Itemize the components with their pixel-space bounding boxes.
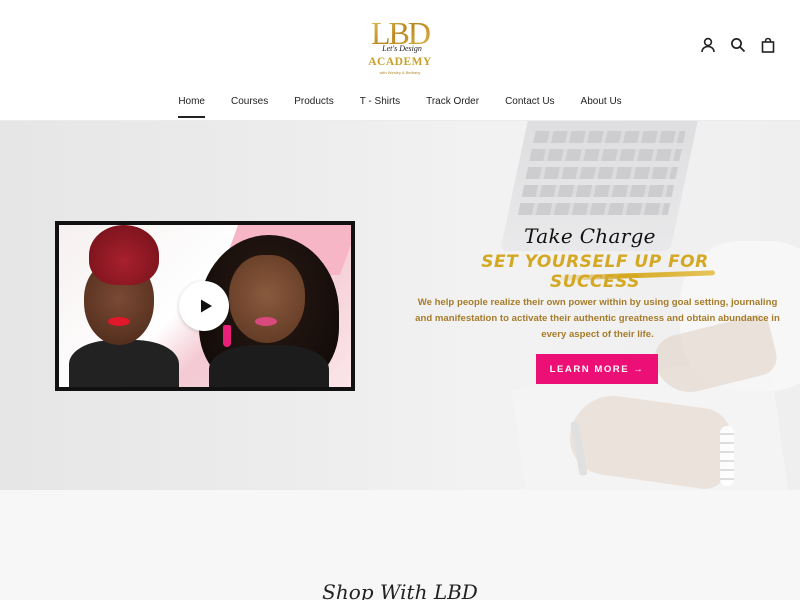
video-player[interactable]: [55, 221, 355, 391]
person-1-lips: [108, 317, 130, 326]
account-icon[interactable]: [700, 36, 716, 54]
play-icon: [200, 299, 212, 313]
video-thumbnail: [59, 225, 351, 387]
search-icon[interactable]: [730, 36, 746, 54]
nav-item-t-shirts[interactable]: T - Shirts: [347, 92, 413, 117]
person-2-lips: [255, 317, 277, 326]
person-1: [69, 340, 179, 387]
main-nav: Home Courses Products T - Shirts Track O…: [0, 92, 800, 118]
hero-title-line1: Take Charge: [524, 224, 656, 248]
logo-academy: ACADEMY: [368, 56, 432, 68]
person-1-hair: [89, 225, 159, 285]
nav-item-courses[interactable]: Courses: [218, 92, 281, 117]
person-2-earring: [223, 325, 231, 347]
hero-body-text: We help people realize their own power w…: [415, 297, 780, 340]
person-2: [209, 345, 329, 387]
header-icons: [700, 36, 776, 54]
play-button[interactable]: [179, 281, 229, 331]
learn-more-button[interactable]: LEARN MORE →: [536, 354, 658, 384]
person-2-face: [229, 255, 305, 343]
nav-item-about-us[interactable]: About Us: [568, 92, 635, 117]
site-logo[interactable]: LBD Let's Design ACADEMY with Wesley & B…: [362, 12, 438, 78]
logo-subtitle: with Wesley & Bethany: [379, 70, 421, 75]
hero-title-line2: Set yourself up for success: [481, 252, 709, 292]
shop-section: Shop With LBD: [0, 490, 800, 600]
site-header: LBD Let's Design ACADEMY with Wesley & B…: [0, 0, 800, 121]
nav-item-products[interactable]: Products: [281, 92, 346, 117]
logo-script: Let's Design: [382, 44, 422, 53]
nav-item-home[interactable]: Home: [165, 92, 218, 118]
nav-item-track-order[interactable]: Track Order: [413, 92, 492, 117]
cart-icon[interactable]: [760, 36, 776, 54]
bracelet-image: [720, 426, 734, 486]
shop-section-title: Shop With LBD: [322, 580, 478, 600]
nav-item-contact-us[interactable]: Contact Us: [492, 92, 567, 117]
hero-section: Take Charge Set yourself up for success …: [0, 121, 800, 490]
